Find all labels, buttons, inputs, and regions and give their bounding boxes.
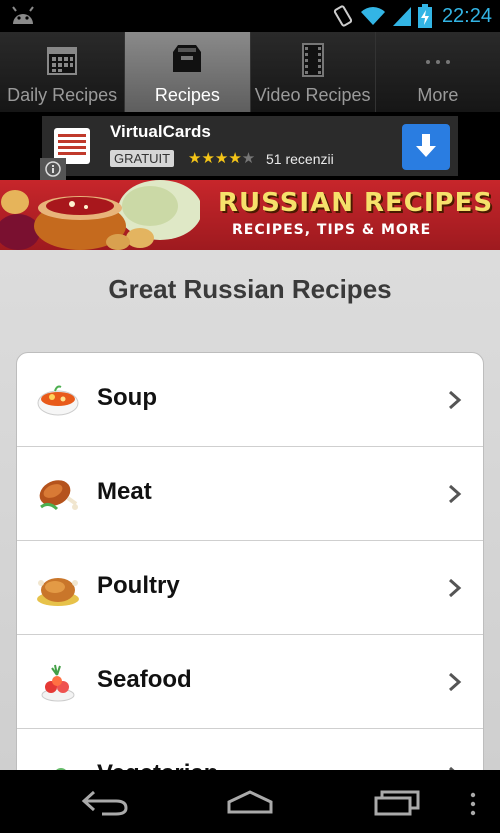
android-notification-icon xyxy=(12,6,34,24)
ad-reviews: 51 recenzii xyxy=(266,151,334,167)
tab-daily-recipes[interactable]: Daily Recipes xyxy=(0,32,126,112)
vibrate-icon xyxy=(333,5,353,27)
system-navigation-bar xyxy=(0,770,500,833)
list-item-soup[interactable]: Soup xyxy=(17,353,483,447)
list-item-label: Meat xyxy=(97,478,152,505)
signal-icon xyxy=(392,7,411,26)
list-item-seafood[interactable]: Seafood xyxy=(17,635,483,729)
tab-label: Video Recipes xyxy=(254,85,371,105)
page-title: Great Russian Recipes xyxy=(108,274,392,304)
tab-video-recipes[interactable]: Video Recipes xyxy=(250,32,376,112)
category-list: Soup Meat Poultry Seafood xyxy=(16,352,484,770)
ad-rating-stars: ★★★★★ xyxy=(188,150,256,167)
inbox-icon xyxy=(173,45,202,72)
soup-bowl-icon xyxy=(37,385,79,416)
banner-title: RUSSIAN RECIPES xyxy=(218,188,494,218)
tab-label: Daily Recipes xyxy=(7,85,118,105)
ad-title: VirtualCards xyxy=(110,122,211,141)
back-icon[interactable] xyxy=(80,788,130,816)
chevron-right-icon xyxy=(449,390,462,410)
tab-label: Recipes xyxy=(154,85,220,105)
battery-charging-icon xyxy=(417,4,432,28)
seafood-dish-icon xyxy=(41,664,75,702)
download-arrow-icon xyxy=(416,134,436,157)
tab-label: More xyxy=(417,85,459,105)
chevron-right-icon xyxy=(449,578,462,598)
russian-recipes-banner: RUSSIAN RECIPES RECIPES, TIPS & MORE xyxy=(0,180,500,250)
list-item-label: Seafood xyxy=(97,666,192,693)
banner-subtitle: RECIPES, TIPS & MORE xyxy=(232,222,432,238)
list-item-label: Soup xyxy=(97,384,157,411)
ad-info-icon[interactable] xyxy=(40,158,66,180)
vegetable-icon xyxy=(56,768,66,770)
ad-download-button[interactable] xyxy=(402,124,450,170)
tab-recipes[interactable]: Recipes xyxy=(125,32,251,112)
status-bar: 22:24 xyxy=(0,0,500,32)
menu-dots-icon[interactable] xyxy=(466,792,480,816)
list-item-label: Poultry xyxy=(97,572,180,599)
tab-more[interactable]: More xyxy=(375,32,500,112)
ad-banner[interactable]: VirtualCards GRATUIT ★★★★★ 51 recenzii xyxy=(0,112,500,180)
chevron-right-icon xyxy=(449,484,462,504)
recent-apps-icon[interactable] xyxy=(372,788,422,816)
more-dots-icon xyxy=(425,60,450,64)
chevron-right-icon xyxy=(449,672,462,692)
list-item-poultry[interactable]: Poultry xyxy=(17,541,483,635)
ad-content[interactable]: VirtualCards GRATUIT ★★★★★ 51 recenzii xyxy=(42,116,458,176)
list-item-meat[interactable]: Meat xyxy=(17,447,483,541)
list-item-vegetarian[interactable]: Vegetarian xyxy=(17,729,483,770)
roast-chicken-icon xyxy=(37,578,79,606)
status-time: 22:24 xyxy=(441,4,492,27)
home-icon[interactable] xyxy=(225,788,275,816)
list-item-label: Vegetarian xyxy=(97,760,218,770)
calendar-icon xyxy=(47,47,78,75)
tab-bar: Daily Recipes Recipes Video Recipes More xyxy=(0,32,500,112)
wifi-icon xyxy=(360,7,385,25)
film-icon xyxy=(301,43,324,77)
meat-drumstick-icon xyxy=(39,480,78,511)
ad-badge: GRATUIT xyxy=(110,150,175,167)
recipes-screen: Great Russian Recipes Soup Meat Poultry … xyxy=(0,250,500,770)
food-illustration xyxy=(0,180,200,250)
